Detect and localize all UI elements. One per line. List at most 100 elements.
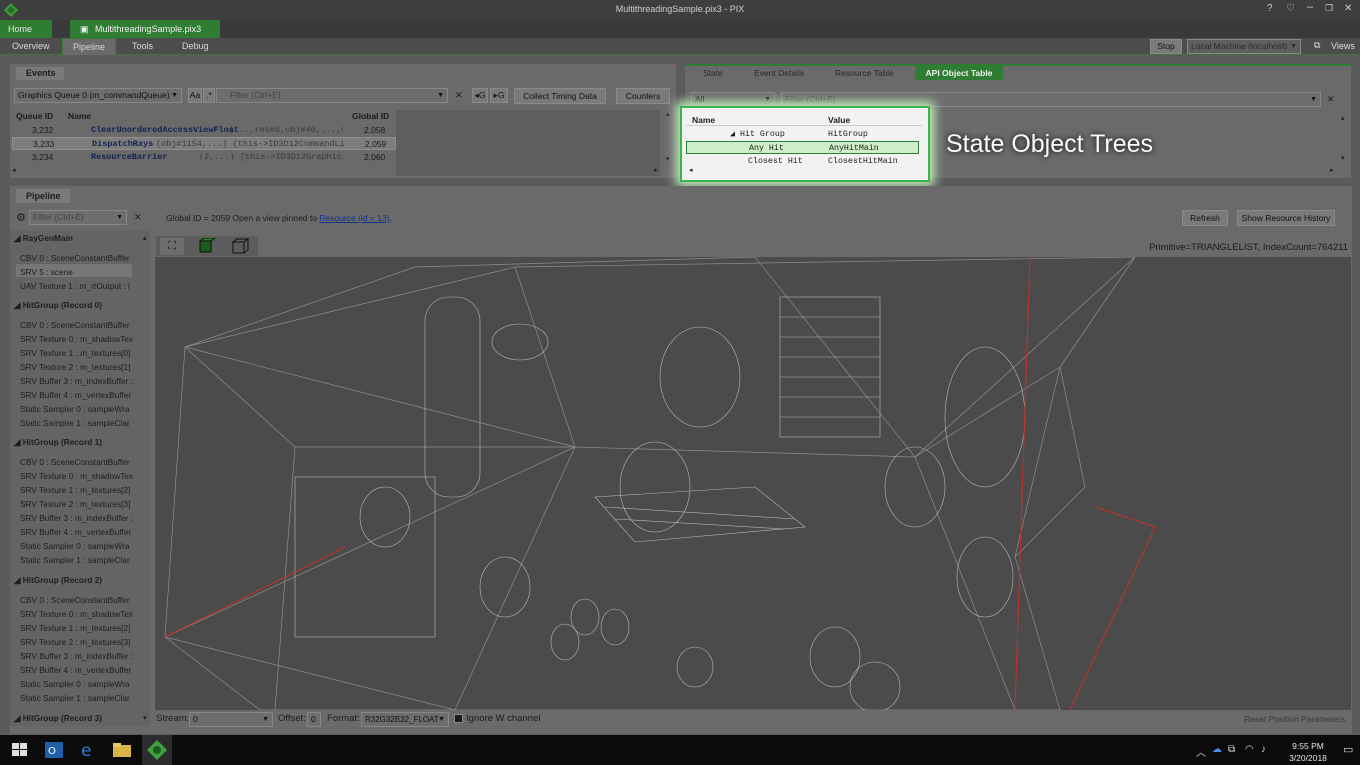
tree-item[interactable]: CBV 0 : SceneConstantBuffer (20, 457, 142, 467)
tree-item[interactable]: SRV Buffer 3 : m_indexBuffer : (20, 376, 142, 386)
col-name[interactable]: Name (68, 111, 91, 121)
api-scroll-down-icon[interactable]: ▾ (1341, 154, 1345, 162)
fit-view-icon[interactable]: ⛶ (160, 238, 184, 255)
wireframe-cube-icon[interactable] (230, 238, 250, 255)
tree-scroll-down-icon[interactable]: ▾ (143, 714, 147, 722)
col-global-id[interactable]: Global ID (352, 111, 389, 121)
offset-input[interactable]: 0 (307, 712, 321, 727)
minimize-icon[interactable]: – (1307, 1, 1313, 13)
tree-item-selected[interactable]: SRV 5 : scene (20, 267, 142, 277)
tree-item[interactable]: UAV Texture 1 : m_rtOutput : l (20, 281, 142, 291)
scroll-left-icon[interactable]: ◂ (12, 166, 16, 174)
wifi-icon[interactable]: ◠ (1245, 744, 1254, 755)
tray-chevron-icon[interactable]: ︿ (1196, 744, 1206, 759)
solid-cube-icon[interactable] (196, 238, 216, 255)
clock-date[interactable]: 3/20/2018 (1283, 753, 1333, 763)
tree-item[interactable]: SRV Buffer 4 : m_vertexBuffer (20, 527, 142, 537)
maximize-icon[interactable]: ❐ (1325, 3, 1333, 14)
tree-item[interactable]: CBV 0 : SceneConstantBuffer (20, 595, 142, 605)
tree-item[interactable]: Static Sampler 1 : sampleClar (20, 693, 142, 703)
tree-row-closest-hit[interactable]: Closest Hit ClosestHitMain (686, 155, 922, 168)
stream-select[interactable]: 0 ▼ (189, 712, 273, 727)
nav-pipeline[interactable]: Pipeline (62, 38, 116, 55)
close-icon[interactable]: ✕ (1344, 3, 1352, 14)
views-button[interactable]: Views (1331, 41, 1355, 51)
tree-item[interactable]: Static Sampler 0 : sampleWra (20, 541, 142, 551)
api-col-name[interactable]: Name (692, 115, 715, 125)
tree-item[interactable]: SRV Texture 0 : m_shadowTex (20, 334, 142, 344)
scroll-down-icon[interactable]: ▾ (666, 155, 670, 163)
regex-button[interactable]: .* (203, 88, 215, 103)
tree-item[interactable]: CBV 0 : SceneConstantBuffer (20, 253, 142, 263)
pipeline-clear-icon[interactable]: ✕ (134, 212, 142, 223)
tree-row-hit-group[interactable]: ◢ Hit Group HitGroup (686, 128, 922, 141)
match-case-button[interactable]: Aa (188, 88, 202, 103)
col-queue-id[interactable]: Queue ID (16, 111, 53, 121)
api-filter-select[interactable]: All ▼ (691, 92, 775, 107)
tab-resource-table[interactable]: Resource Table (835, 68, 894, 78)
events-filter-input[interactable]: Filter (Ctrl+E) ▼ (216, 88, 448, 103)
clock-time[interactable]: 9:55 PM (1283, 741, 1333, 751)
pipeline-filter-input[interactable]: Filter (Ctrl+E) ▼ (29, 210, 127, 225)
event-row[interactable]: 3,234 ResourceBarrier (2,...) {this->ID3… (12, 151, 396, 164)
onedrive-icon[interactable]: ☁ (1212, 744, 1222, 755)
tab-file[interactable]: ▣ MultithreadingSample.pix3 ✕ (70, 20, 220, 52)
scroll-up-icon[interactable]: ▴ (666, 110, 670, 118)
format-select[interactable]: R32G32B32_FLOAT ▼ (361, 712, 449, 727)
tree-scroll-left-icon[interactable]: ◂ (689, 166, 693, 174)
queue-select[interactable]: Graphics Queue 0 (m_commandQueue) ▼ (14, 88, 182, 103)
nav-debug[interactable]: Debug (178, 38, 213, 55)
api-scroll-up-icon[interactable]: ▴ (1341, 114, 1345, 122)
api-clear-icon[interactable]: ✕ (1327, 94, 1335, 105)
help-icon[interactable]: ? (1267, 3, 1273, 14)
tree-item[interactable]: SRV Buffer 3 : m_indexBuffer : (20, 513, 142, 523)
tree-item[interactable]: SRV Texture 2 : m_textures[1] (20, 362, 142, 372)
api-filter-input[interactable]: Filter (Ctrl+E) ▼ (781, 92, 1321, 107)
file-explorer-icon[interactable] (111, 739, 133, 761)
counters-button[interactable]: Counters (616, 88, 670, 104)
tab-home[interactable]: Home (0, 20, 52, 38)
tree-item[interactable]: SRV Texture 2 : m_textures[3] (20, 499, 142, 509)
show-resource-history-button[interactable]: Show Resource History (1237, 210, 1335, 226)
event-row-selected[interactable]: 3,233 DispatchRays (obj#1154,...) {this-… (12, 137, 396, 150)
tree-row-any-hit[interactable]: Any Hit AnyHitMain (686, 141, 919, 154)
events-clear-icon[interactable]: ✕ (455, 90, 463, 101)
tree-item[interactable]: Static Sampler 0 : sampleWra (20, 679, 142, 689)
scroll-right-icon[interactable]: ▸ (654, 166, 658, 174)
resource-link[interactable]: Resource (id = 13) (319, 213, 389, 223)
outlook-icon[interactable]: O (43, 739, 65, 761)
prev-gpu-button[interactable]: ◂G (472, 88, 488, 103)
notification-icon[interactable]: ▭ (1343, 743, 1353, 756)
tree-item[interactable]: SRV Texture 1 : m_textures[2] (20, 623, 142, 633)
tree-item[interactable]: SRV Texture 1 : m_textures[2] (20, 485, 142, 495)
network-icon[interactable]: ⧉ (1228, 744, 1235, 755)
gear-icon[interactable]: ⚙ (16, 211, 26, 224)
mesh-viewport[interactable] (155, 257, 1351, 710)
tree-item[interactable]: SRV Texture 0 : m_shadowTex (20, 609, 142, 619)
event-row[interactable]: 3,232 ClearUnorderedAccessViewFloat (...… (12, 124, 396, 137)
feedback-icon[interactable]: ♡ (1286, 3, 1295, 14)
collect-timing-button[interactable]: Collect Timing Data (514, 88, 606, 104)
edge-icon[interactable]: e (78, 739, 100, 761)
tree-item[interactable]: Static Sampler 1 : sampleClar (20, 418, 142, 428)
tab-event-details[interactable]: Event Details (754, 68, 804, 78)
api-col-value[interactable]: Value (828, 115, 850, 125)
tree-item[interactable]: CBV 0 : SceneConstantBuffer (20, 320, 142, 330)
nav-overview[interactable]: Overview (8, 38, 54, 55)
tree-item[interactable]: SRV Buffer 4 : m_vertexBuffer (20, 390, 142, 400)
collapse-icon[interactable]: ◢ (730, 128, 735, 141)
tree-item[interactable]: SRV Buffer 3 : m_indexBuffer : (20, 651, 142, 661)
ignore-w-checkbox[interactable] (454, 714, 463, 723)
tree-item[interactable]: Static Sampler 0 : sampleWra (20, 404, 142, 414)
next-gpu-button[interactable]: ▸G (490, 88, 508, 103)
tree-item[interactable]: SRV Texture 2 : m_textures[3] (20, 637, 142, 647)
volume-icon[interactable]: ♪ (1261, 744, 1266, 755)
tree-item[interactable]: SRV Texture 1 : m_textures[0] (20, 348, 142, 358)
nav-tools[interactable]: Tools (128, 38, 157, 55)
tab-api-object-table[interactable]: API Object Table (915, 66, 1003, 80)
reset-position-button[interactable]: Reset Position Parameters (1244, 714, 1345, 724)
tree-item[interactable]: Static Sampler 1 : sampleClar (20, 555, 142, 565)
tab-state[interactable]: State (703, 68, 723, 78)
tree-item[interactable]: SRV Buffer 4 : m_vertexBuffer (20, 665, 142, 675)
refresh-button[interactable]: Refresh (1182, 210, 1228, 226)
